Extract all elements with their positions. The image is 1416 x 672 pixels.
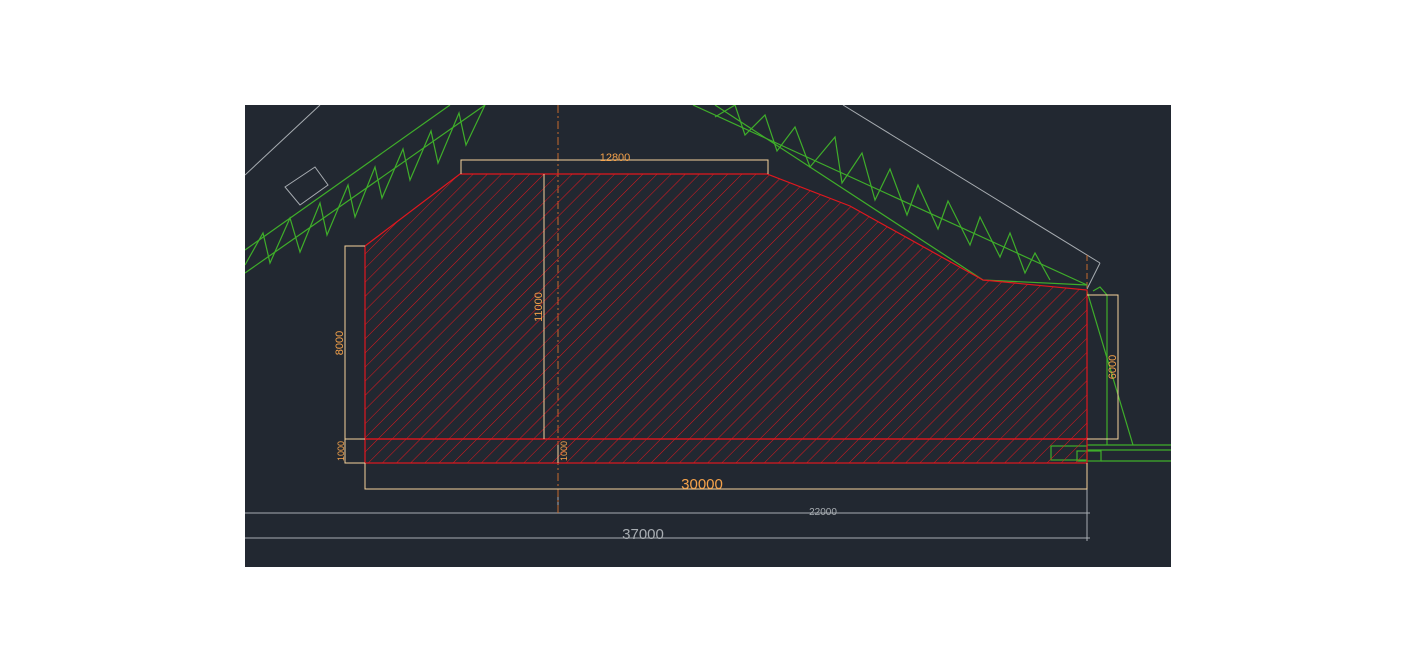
dim-bottom-width: 30000 (681, 476, 723, 493)
dim-outer-total: 37000 (622, 526, 664, 543)
dim-right-height: 6000 (1107, 355, 1119, 379)
cad-viewport[interactable]: 12800 8000 11000 6000 1000 1000 30000 22… (245, 105, 1171, 567)
dim-top-width: 12800 (600, 152, 631, 164)
dim-center-height: 11000 (533, 292, 545, 322)
cad-drawing: 12800 8000 11000 6000 1000 1000 30000 22… (245, 105, 1171, 543)
dim-center-strip: 1000 (559, 441, 569, 461)
dim-outer-right: 22000 (809, 507, 837, 518)
site-region (364, 173, 1088, 464)
dim-left-strip: 1000 (336, 441, 346, 461)
dim-left-height: 8000 (334, 331, 346, 355)
